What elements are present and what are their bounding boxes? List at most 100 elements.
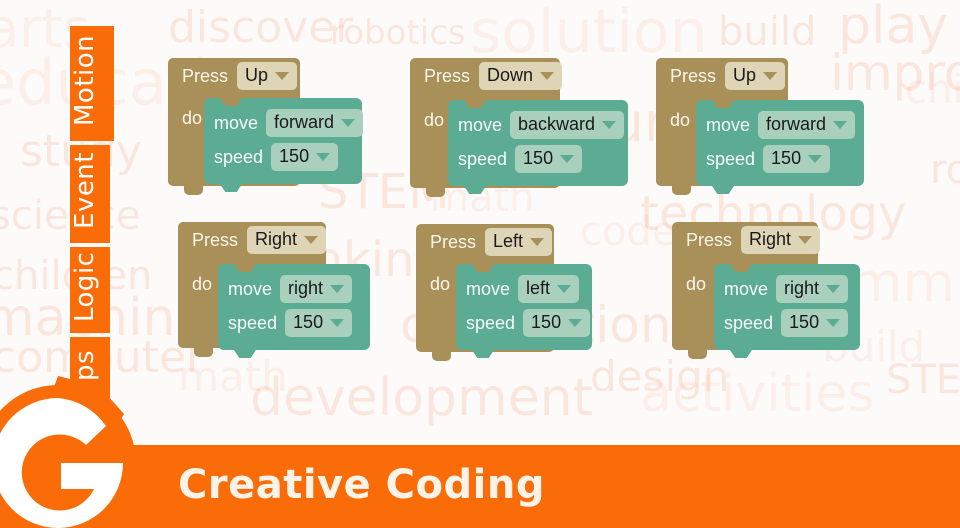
- block-script[interactable]: Press Right do move right speed 150: [672, 222, 860, 359]
- block-notch-bottom: [220, 184, 242, 192]
- watermark-word: design: [590, 352, 730, 401]
- motion-block-stack[interactable]: move left speed 150: [456, 264, 592, 358]
- speed-dropdown[interactable]: 150: [523, 309, 591, 337]
- move-label: move: [466, 278, 511, 299]
- slide-canvas: arts discover robotics solution build play edu…: [0, 0, 960, 528]
- speed-block[interactable]: speed 150: [466, 306, 591, 340]
- key-dropdown[interactable]: Right: [741, 226, 821, 254]
- block-notch-top: [472, 264, 494, 272]
- motion-block-stack[interactable]: move forward speed 150: [696, 100, 864, 194]
- banner-title: Creative Coding: [178, 462, 545, 508]
- speed-block[interactable]: speed 150: [724, 306, 850, 340]
- chevron-down-icon: [330, 318, 345, 327]
- speed-label: speed: [466, 312, 516, 333]
- event-block-header: Press Up: [168, 58, 300, 94]
- speed-block[interactable]: speed 150: [458, 142, 618, 176]
- move-label: move: [228, 278, 273, 299]
- chevron-down-icon: [341, 118, 356, 127]
- press-label: Press: [192, 229, 239, 250]
- block-notch-top: [234, 264, 256, 272]
- block-script[interactable]: Press Up do move forward speed 150: [168, 58, 364, 195]
- move-label: move: [706, 114, 751, 135]
- key-dropdown-value: Right: [749, 229, 792, 250]
- key-dropdown-value: Up: [245, 65, 269, 86]
- move-block[interactable]: move backward: [458, 108, 625, 142]
- speed-dropdown-value: 150: [293, 312, 324, 333]
- motion-block-stack[interactable]: move forward speed 150: [204, 98, 364, 192]
- direction-dropdown-value: backward: [518, 114, 596, 135]
- speed-label: speed: [706, 148, 756, 169]
- direction-dropdown-value: left: [526, 278, 551, 299]
- block-notch-bottom: [234, 350, 256, 358]
- direction-dropdown[interactable]: backward: [510, 111, 625, 139]
- block-notch-top: [730, 264, 752, 272]
- direction-dropdown[interactable]: forward: [758, 111, 856, 139]
- key-dropdown[interactable]: Down: [479, 62, 563, 90]
- key-dropdown[interactable]: Up: [237, 62, 298, 90]
- speed-label: speed: [458, 148, 508, 169]
- press-label: Press: [424, 65, 471, 86]
- key-dropdown[interactable]: Left: [485, 228, 553, 256]
- motion-block-stack[interactable]: move backward speed 150: [448, 100, 628, 194]
- speed-block[interactable]: speed 150: [228, 306, 360, 340]
- event-block-header: Press Right: [672, 222, 821, 258]
- direction-dropdown[interactable]: left: [518, 275, 580, 303]
- event-block-header: Press Up: [656, 58, 788, 94]
- do-label: do: [670, 110, 691, 130]
- speed-dropdown-value: 150: [771, 148, 802, 169]
- speed-dropdown[interactable]: 150: [763, 145, 831, 173]
- block-notch-top: [220, 98, 242, 106]
- block-notch-top: [712, 100, 734, 108]
- speed-dropdown[interactable]: 150: [285, 309, 353, 337]
- sidebar-tab-logic[interactable]: Logic: [70, 247, 110, 333]
- block-connector-nub: [426, 188, 445, 197]
- direction-dropdown[interactable]: right: [280, 275, 353, 303]
- speed-dropdown[interactable]: 150: [781, 309, 849, 337]
- block-script[interactable]: Press Up do move forward speed 150: [656, 58, 864, 195]
- speed-dropdown[interactable]: 150: [271, 143, 339, 171]
- motion-block-stack[interactable]: move right speed 150: [714, 264, 860, 358]
- event-block-header: Press Right: [178, 222, 327, 258]
- chevron-down-icon: [275, 71, 290, 80]
- block-notch-top: [464, 100, 486, 108]
- watermark-word: math: [178, 352, 288, 401]
- move-label: move: [458, 114, 503, 135]
- chevron-down-icon: [798, 235, 813, 244]
- watermark-word: build: [718, 9, 817, 55]
- watermark-word: children: [905, 67, 960, 113]
- move-block[interactable]: move right: [228, 272, 360, 306]
- speed-block[interactable]: speed 150: [214, 140, 352, 174]
- watermark-word: play: [838, 0, 949, 56]
- motion-block-stack[interactable]: move right speed 150: [218, 264, 370, 358]
- sidebar-tab-motion[interactable]: Motion: [70, 26, 114, 141]
- block-notch-bottom: [472, 350, 494, 358]
- watermark-word: improve: [830, 44, 960, 102]
- do-label: do: [430, 274, 451, 294]
- speed-label: speed: [724, 312, 774, 333]
- move-block[interactable]: move left: [466, 272, 582, 306]
- block-script[interactable]: Press Down do move backward speed 150: [410, 58, 628, 197]
- block-script[interactable]: Press Right do move right speed 150: [178, 222, 370, 358]
- chevron-down-icon: [316, 152, 331, 161]
- sidebar-tab-event[interactable]: Event: [70, 145, 110, 243]
- key-dropdown[interactable]: Up: [725, 62, 786, 90]
- speed-block[interactable]: speed 150: [706, 142, 854, 176]
- move-block[interactable]: move forward: [214, 106, 364, 140]
- direction-dropdown[interactable]: forward: [266, 109, 364, 137]
- move-block[interactable]: move forward: [706, 108, 856, 142]
- watermark-word: development: [250, 368, 594, 428]
- speed-dropdown[interactable]: 150: [515, 145, 583, 173]
- block-script[interactable]: Press Left do move left speed 150: [416, 224, 592, 361]
- do-label: do: [686, 274, 707, 294]
- move-label: move: [724, 278, 769, 299]
- chevron-down-icon: [833, 120, 848, 129]
- key-dropdown[interactable]: Right: [247, 226, 327, 254]
- speed-dropdown-value: 150: [279, 146, 310, 167]
- chevron-down-icon: [557, 284, 572, 293]
- event-block-header: Press Left: [416, 224, 554, 260]
- block-connector-nub: [184, 186, 203, 195]
- move-block[interactable]: move right: [724, 272, 850, 306]
- chevron-down-icon: [560, 154, 575, 163]
- direction-dropdown[interactable]: right: [776, 275, 849, 303]
- block-connector-nub: [688, 350, 707, 359]
